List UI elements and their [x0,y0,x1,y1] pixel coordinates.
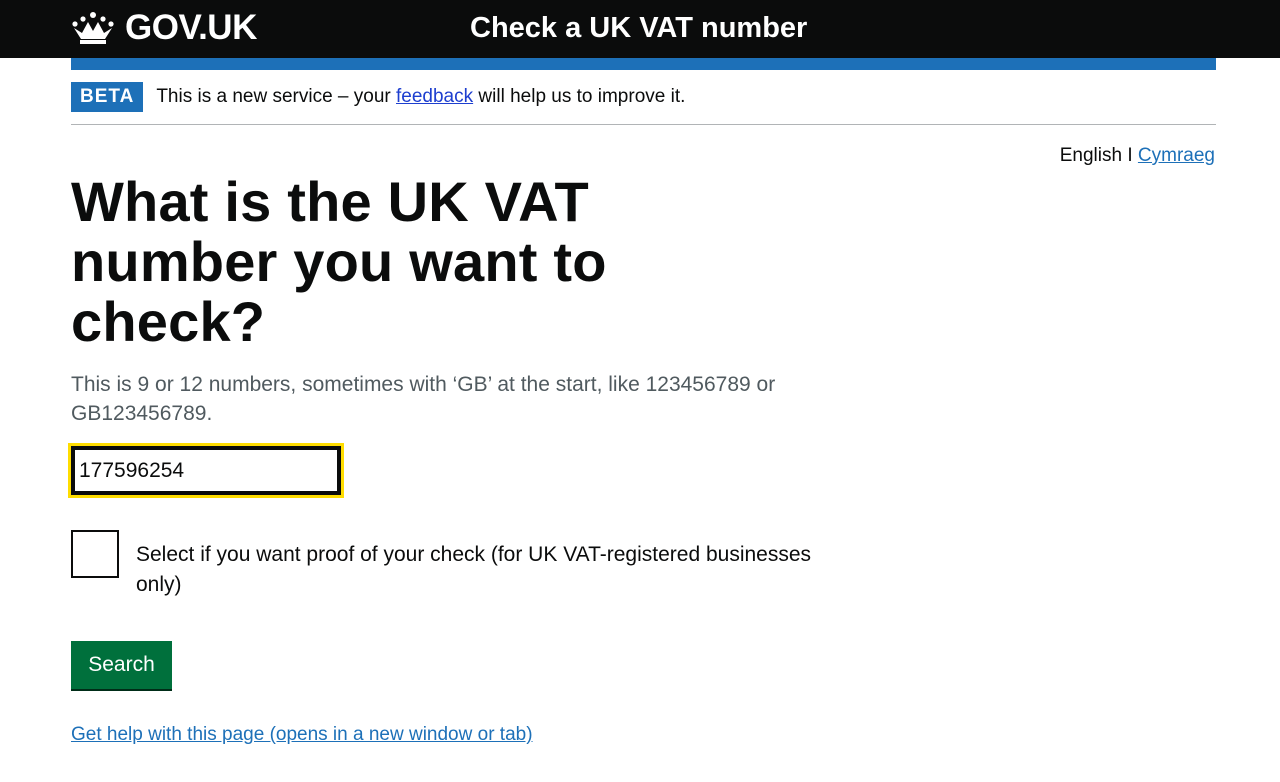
language-cymraeg-link[interactable]: Cymraeg [1138,145,1215,166]
govuk-logo-link[interactable]: GOV.UK [71,10,257,46]
phase-text-after: will help us to improve it. [473,86,686,107]
site-header: GOV.UK Check a UK VAT number [0,0,1280,58]
get-help-link[interactable]: Get help with this page (opens in a new … [71,722,533,748]
language-current: English [1059,145,1123,166]
search-button[interactable]: Search [71,641,172,689]
page-title: What is the UK VAT number you want to ch… [71,170,607,353]
vat-input-focus-ring [68,443,344,498]
phase-banner-text: This is a new service – your feedback wi… [156,85,685,109]
phase-banner: BETA This is a new service – your feedba… [71,82,1216,112]
service-name[interactable]: Check a UK VAT number [470,10,807,46]
header-blue-bar [71,58,1216,70]
phase-text-before: This is a new service – your [156,86,397,107]
language-toggle: English I Cymraeg [1060,144,1215,168]
proof-checkbox-label[interactable]: Select if you want proof of your check (… [136,540,826,600]
vat-hint: This is 9 or 12 numbers, sometimes with … [71,373,776,425]
beta-tag: BETA [71,82,144,112]
divider [71,124,1216,125]
vat-number-input[interactable] [71,446,341,495]
language-separator: I [1122,145,1138,166]
crown-icon [72,12,114,44]
govuk-logo-text: GOV.UK [125,8,257,47]
feedback-link[interactable]: feedback [396,86,473,107]
proof-checkbox[interactable] [71,530,119,578]
